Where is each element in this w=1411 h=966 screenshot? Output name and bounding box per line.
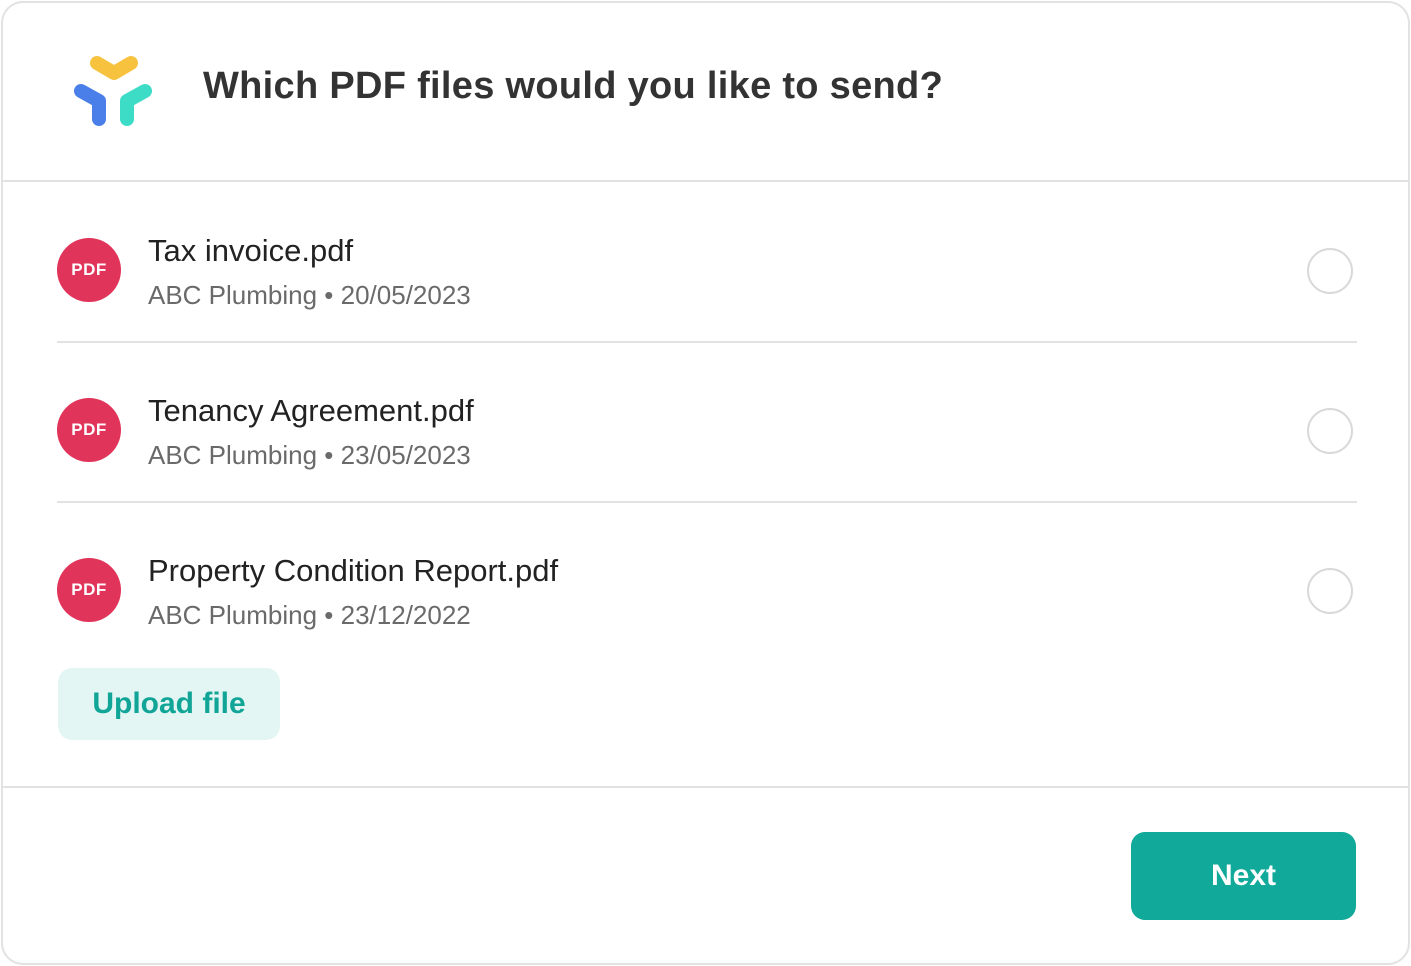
file-picker-dialog: Which PDF files would you like to send? … xyxy=(1,1,1410,965)
file-select-radio[interactable] xyxy=(1307,408,1353,454)
file-name: Tenancy Agreement.pdf xyxy=(148,393,474,428)
dialog-title: Which PDF files would you like to send? xyxy=(203,65,944,107)
file-name: Property Condition Report.pdf xyxy=(148,553,559,588)
upload-file-button[interactable]: Upload file xyxy=(58,668,280,740)
file-meta: ABC Plumbing • 20/05/2023 xyxy=(148,280,471,310)
pdf-icon: PDF xyxy=(57,398,121,462)
file-item[interactable]: PDF Property Condition Report.pdf ABC Pl… xyxy=(57,503,1357,661)
dialog-footer: Next xyxy=(3,786,1408,963)
app-logo-icon xyxy=(69,51,159,133)
pdf-icon: PDF xyxy=(57,238,121,302)
file-select-radio[interactable] xyxy=(1307,248,1353,294)
dialog-header: Which PDF files would you like to send? xyxy=(3,3,1408,182)
file-meta: ABC Plumbing • 23/05/2023 xyxy=(148,440,471,470)
file-item[interactable]: PDF Tenancy Agreement.pdf ABC Plumbing •… xyxy=(57,343,1357,503)
file-item[interactable]: PDF Tax invoice.pdf ABC Plumbing • 20/05… xyxy=(57,183,1357,343)
file-select-radio[interactable] xyxy=(1307,568,1353,614)
file-name: Tax invoice.pdf xyxy=(148,233,354,268)
file-meta: ABC Plumbing • 23/12/2022 xyxy=(148,600,471,630)
next-button[interactable]: Next xyxy=(1131,832,1356,920)
pdf-icon: PDF xyxy=(57,558,121,622)
file-list: PDF Tax invoice.pdf ABC Plumbing • 20/05… xyxy=(57,183,1357,661)
